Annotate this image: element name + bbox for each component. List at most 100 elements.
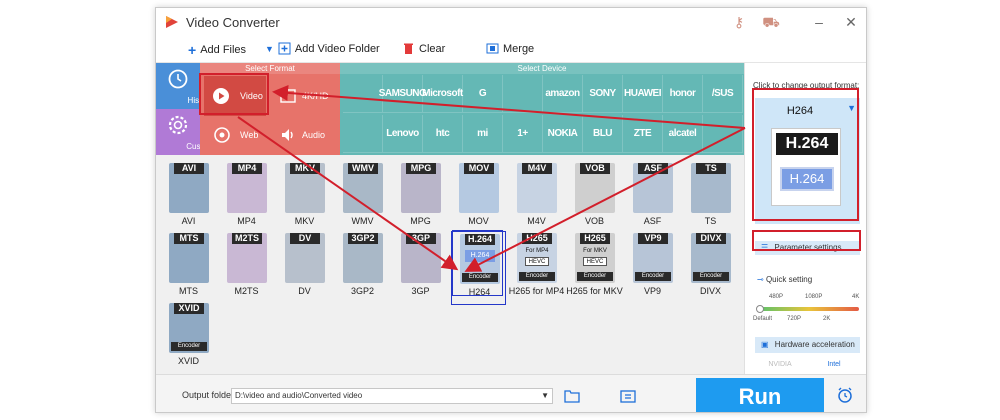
device-brand-2-8[interactable]: alcatel: [663, 115, 703, 153]
quality-1080p: 1080P: [805, 294, 823, 300]
plus-icon: +: [188, 42, 197, 58]
device-brand-1-6[interactable]: SONY: [583, 75, 623, 113]
nav-history[interactable]: History: [156, 63, 212, 109]
format-icon: VP9 Encoder: [633, 233, 673, 283]
device-brand-1-8[interactable]: honor: [663, 75, 703, 113]
device-brand-1-4[interactable]: [503, 75, 543, 113]
format-tag: VOB: [580, 163, 610, 174]
format-category-audio[interactable]: Audio: [270, 115, 338, 155]
output-folder-field[interactable]: D:\video and audio\Converted video ▼: [231, 388, 553, 404]
device-brand-1-5[interactable]: amazon: [543, 75, 583, 113]
device-brand-2-5[interactable]: NOKIA: [543, 115, 583, 153]
format-tile-h265-for-mp4[interactable]: H265 For MP4 HEVC Encoder H265 for MP4: [509, 231, 564, 305]
nvidia-badge[interactable]: NVIDIA: [755, 358, 805, 371]
quality-slider-handle[interactable]: [756, 305, 764, 313]
format-category-web[interactable]: Web: [204, 115, 266, 155]
format-tile-mov[interactable]: MOV MOV: [451, 161, 506, 235]
format-icon: H265 For MP4 HEVC Encoder: [517, 233, 557, 283]
device-brand-1-9[interactable]: /SUS: [703, 75, 743, 113]
intel-badge[interactable]: Intel: [809, 358, 859, 371]
output-location-icon[interactable]: [620, 389, 636, 403]
device-brand-label: mi: [477, 128, 488, 139]
format-tile-vob[interactable]: VOB VOB: [567, 161, 622, 235]
format-subtitle-2: HEVC: [525, 257, 549, 266]
device-brand-label: Lenovo: [386, 128, 419, 139]
quality-slider[interactable]: [756, 305, 859, 313]
device-brand-2-2[interactable]: htc: [423, 115, 463, 153]
device-brand-2-0[interactable]: [343, 115, 383, 153]
clear-button[interactable]: Clear: [402, 42, 445, 55]
format-tile-wmv[interactable]: WMV WMV: [335, 161, 390, 235]
format-tile-vp9[interactable]: VP9 Encoder VP9: [625, 231, 680, 305]
format-tile-3gp[interactable]: 3GP 3GP: [393, 231, 448, 305]
format-tile-mkv[interactable]: MKV MKV: [277, 161, 332, 235]
format-tile-asf[interactable]: ASF ASF: [625, 161, 680, 235]
highlight-h264-tile: [452, 230, 503, 296]
format-tag: ASF: [638, 163, 668, 174]
alarm-clock-icon[interactable]: [836, 386, 854, 404]
format-tag: MPG: [406, 163, 436, 174]
open-folder-icon[interactable]: [564, 389, 580, 403]
minimize-button[interactable]: –: [810, 14, 828, 30]
format-icon: DIVX Encoder: [691, 233, 731, 283]
format-tile-avi[interactable]: AVI AVI: [161, 161, 216, 235]
device-brand-1-2[interactable]: Microsoft: [422, 75, 463, 113]
format-tile-mpg[interactable]: MPG MPG: [393, 161, 448, 235]
device-brand-2-3[interactable]: mi: [463, 115, 503, 153]
quality-720p: 720P: [787, 316, 802, 322]
dropdown-arrow-icon[interactable]: ▼: [541, 389, 549, 403]
format-icon: WMV: [343, 163, 383, 213]
device-brand-2-1[interactable]: Lenovo: [383, 115, 423, 153]
device-brand-2-4[interactable]: 1+: [503, 115, 543, 153]
device-brand-label: SONY: [589, 88, 616, 99]
web-label: Web: [240, 130, 259, 140]
device-brand-1-3[interactable]: G: [463, 75, 503, 113]
dropdown-arrow-icon: ▼: [265, 43, 274, 54]
quality-4k: 4K: [852, 294, 860, 300]
merge-button[interactable]: Merge: [486, 42, 534, 55]
format-tile-xvid[interactable]: XVID Encoder XVID: [161, 301, 216, 375]
format-category-4k-hd[interactable]: 4K/HD: [270, 76, 338, 116]
cart-icon[interactable]: ⛟: [762, 14, 780, 30]
format-caption: DIVX: [699, 286, 721, 296]
run-button[interactable]: Run: [696, 378, 824, 412]
highlight-parameter-settings: [752, 230, 861, 251]
format-tile-h265-for-mkv[interactable]: H265 For MKV HEVC Encoder H265 for MKV: [566, 231, 623, 305]
nav-custom[interactable]: Custom: [156, 109, 214, 155]
format-tile-dv[interactable]: DV DV: [277, 231, 332, 305]
highlight-output-format: [752, 88, 859, 221]
device-brand-label: alcatel: [668, 128, 697, 139]
close-button[interactable]: ✕: [842, 14, 860, 30]
key-icon[interactable]: ⚷: [730, 14, 748, 30]
format-tile-m2ts[interactable]: M2TS M2TS: [219, 231, 274, 305]
format-tag: M2TS: [232, 233, 262, 244]
add-video-folder-button[interactable]: ▼ Add Video Folder: [265, 42, 380, 55]
format-tile-mp4[interactable]: MP4 MP4: [219, 161, 274, 235]
add-files-button[interactable]: + Add Files: [188, 42, 246, 58]
device-brand-1-0[interactable]: [343, 75, 383, 113]
device-brand-2-7[interactable]: ZTE: [623, 115, 663, 153]
device-brand-2-6[interactable]: BLU: [583, 115, 623, 153]
format-icon: 3GP2: [343, 233, 383, 283]
highlight-video-category: [199, 73, 269, 115]
format-tag: DV: [290, 233, 320, 244]
format-tag: WMV: [348, 163, 378, 174]
format-tile-m4v[interactable]: M4V M4V: [509, 161, 564, 235]
device-brand-label: /SUS: [711, 88, 734, 99]
format-tile-3gp2[interactable]: 3GP2 3GP2: [335, 231, 390, 305]
toolbar: + Add Files ▼ Add Video Folder Clear Mer…: [156, 37, 866, 63]
output-folder-label: Output folder:: [182, 390, 237, 400]
device-brand-1-1[interactable]: SAMSUNG: [379, 75, 427, 113]
device-brand-label: ZTE: [633, 128, 652, 139]
format-tile-divx[interactable]: DIVX Encoder DIVX: [683, 231, 738, 305]
hardware-acceleration-button[interactable]: ▣ Hardware acceleration: [755, 337, 860, 353]
device-brand-1-7[interactable]: HUAWEI: [623, 75, 663, 113]
format-tag: MTS: [174, 233, 204, 244]
side-nav: History Custom: [156, 63, 214, 155]
device-brand-2-9[interactable]: [703, 115, 743, 153]
format-tile-ts[interactable]: TS TS: [683, 161, 738, 235]
device-brand-label: htc: [435, 128, 450, 139]
merge-label: Merge: [503, 42, 535, 55]
format-tile-mts[interactable]: MTS MTS: [161, 231, 216, 305]
4k-icon: [280, 89, 296, 103]
